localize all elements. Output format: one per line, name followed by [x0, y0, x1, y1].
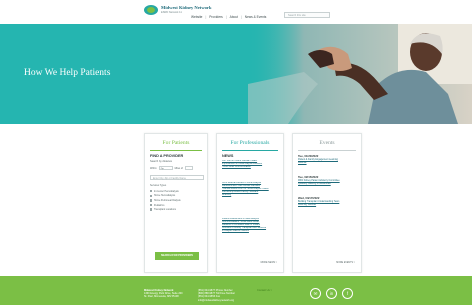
news-heading: NEWS: [222, 154, 234, 158]
hero-photo: [248, 24, 472, 124]
footer-email[interactable]: info@midwestkidneynetwork.org: [198, 299, 235, 302]
checkbox[interactable]: [150, 203, 153, 207]
nav-link-providers[interactable]: Providers: [209, 15, 222, 19]
service-type-option[interactable]: Transplant Locations: [150, 207, 181, 212]
card-title[interactable]: For Professionals: [217, 140, 283, 146]
events-card: Events Tue, 01/20/2022 Patient & Family …: [292, 133, 362, 273]
event-title[interactable]: Learning Webinar: [298, 204, 358, 207]
miles-label: Miles of: [174, 166, 183, 170]
find-provider-heading: FIND A PROVIDER: [150, 154, 184, 158]
miles-select[interactable]: [184, 166, 193, 170]
card-title[interactable]: Events: [293, 140, 361, 146]
nav-link-news-events[interactable]: News & Events: [245, 15, 267, 19]
hero-banner: How We Help Patients: [0, 24, 472, 124]
distance-row: Within Zip Miles of: [150, 166, 193, 170]
more-news-link[interactable]: MORE NEWS >: [261, 262, 277, 264]
top-nav: Website | Providers | About | News & Eve…: [191, 15, 266, 19]
contact-us-link[interactable]: Contact Us >: [257, 289, 272, 292]
mail-icon[interactable]: ✉: [310, 288, 321, 299]
facebook-icon[interactable]: f: [342, 288, 353, 299]
search-providers-button[interactable]: SEARCH FOR PROVIDERS: [155, 252, 199, 260]
news-item[interactable]: Our Tool for Future Cardiac Health Impro…: [222, 160, 278, 169]
footer-address: Midwest Kidney Network 1360 Energy Park …: [144, 289, 183, 299]
divider: [298, 150, 356, 151]
site-footer: Midwest Kidney Network 1360 Energy Park …: [0, 276, 472, 305]
event-item[interactable]: Tue, 02/15/2022 MKN Kidney Patient Advis…: [298, 175, 358, 186]
hero-title: How We Help Patients: [24, 68, 111, 78]
divider: [150, 150, 202, 151]
provider-name-input[interactable]: Enter City, Zip or Facility Name: [150, 175, 204, 180]
checkbox[interactable]: [150, 190, 153, 193]
footer-address-line: St. Paul, Minnesota, MN 55108: [144, 295, 179, 299]
more-events-link[interactable]: MORE EVENTS >: [336, 262, 355, 264]
news-item[interactable]: CMS Medical Review of Local Dialysis Med…: [222, 182, 278, 197]
nav-separator: |: [225, 15, 227, 19]
card-title[interactable]: For Patients: [145, 140, 207, 146]
logo-tagline: ESRD Network 11: [161, 10, 182, 14]
service-types-label: Services Types: [150, 184, 167, 187]
footer-contact: (651) 644-9877 Phone Number (800) 888-98…: [198, 289, 235, 302]
linkedin-icon[interactable]: in: [326, 288, 337, 299]
logo-name: Midwest Kidney Network: [161, 4, 212, 10]
checkbox[interactable]: [150, 208, 153, 211]
nav-separator: |: [205, 15, 207, 19]
checkbox[interactable]: [150, 194, 153, 198]
news-item[interactable]: Patient Assessment of Ideal Dialysis Com…: [222, 218, 278, 233]
site-search-input[interactable]: Search this site: [284, 12, 330, 18]
logo-mark-icon: [144, 5, 158, 15]
event-title[interactable]: Quarterly Meeting Professionals: [298, 183, 358, 186]
checkbox[interactable]: [150, 199, 153, 202]
within-label: Within: [150, 166, 157, 170]
site-header: Midwest Kidney Network ESRD Network 11 W…: [0, 0, 472, 24]
zip-input[interactable]: Zip: [158, 166, 173, 170]
divider: [222, 150, 278, 151]
event-item[interactable]: Wed, 03/17/2022 Building Transplant Unde…: [298, 196, 358, 207]
patients-card: For Patients FIND A PROVIDER Search by d…: [144, 133, 208, 273]
professionals-card: For Professionals NEWS Our Tool for Futu…: [216, 133, 284, 273]
find-provider-subheading: Search by distance: [150, 160, 173, 163]
event-item[interactable]: Tue, 01/20/2022 Patient & Family Engagem…: [298, 154, 358, 165]
nav-separator: |: [240, 15, 242, 19]
nav-link-about[interactable]: About: [230, 15, 238, 19]
event-title[interactable]: Webinar: [298, 162, 358, 165]
service-types-list: In-Center Hemodialysis Home Hemodialysis…: [150, 189, 181, 212]
nav-link-website[interactable]: Website: [191, 15, 202, 19]
